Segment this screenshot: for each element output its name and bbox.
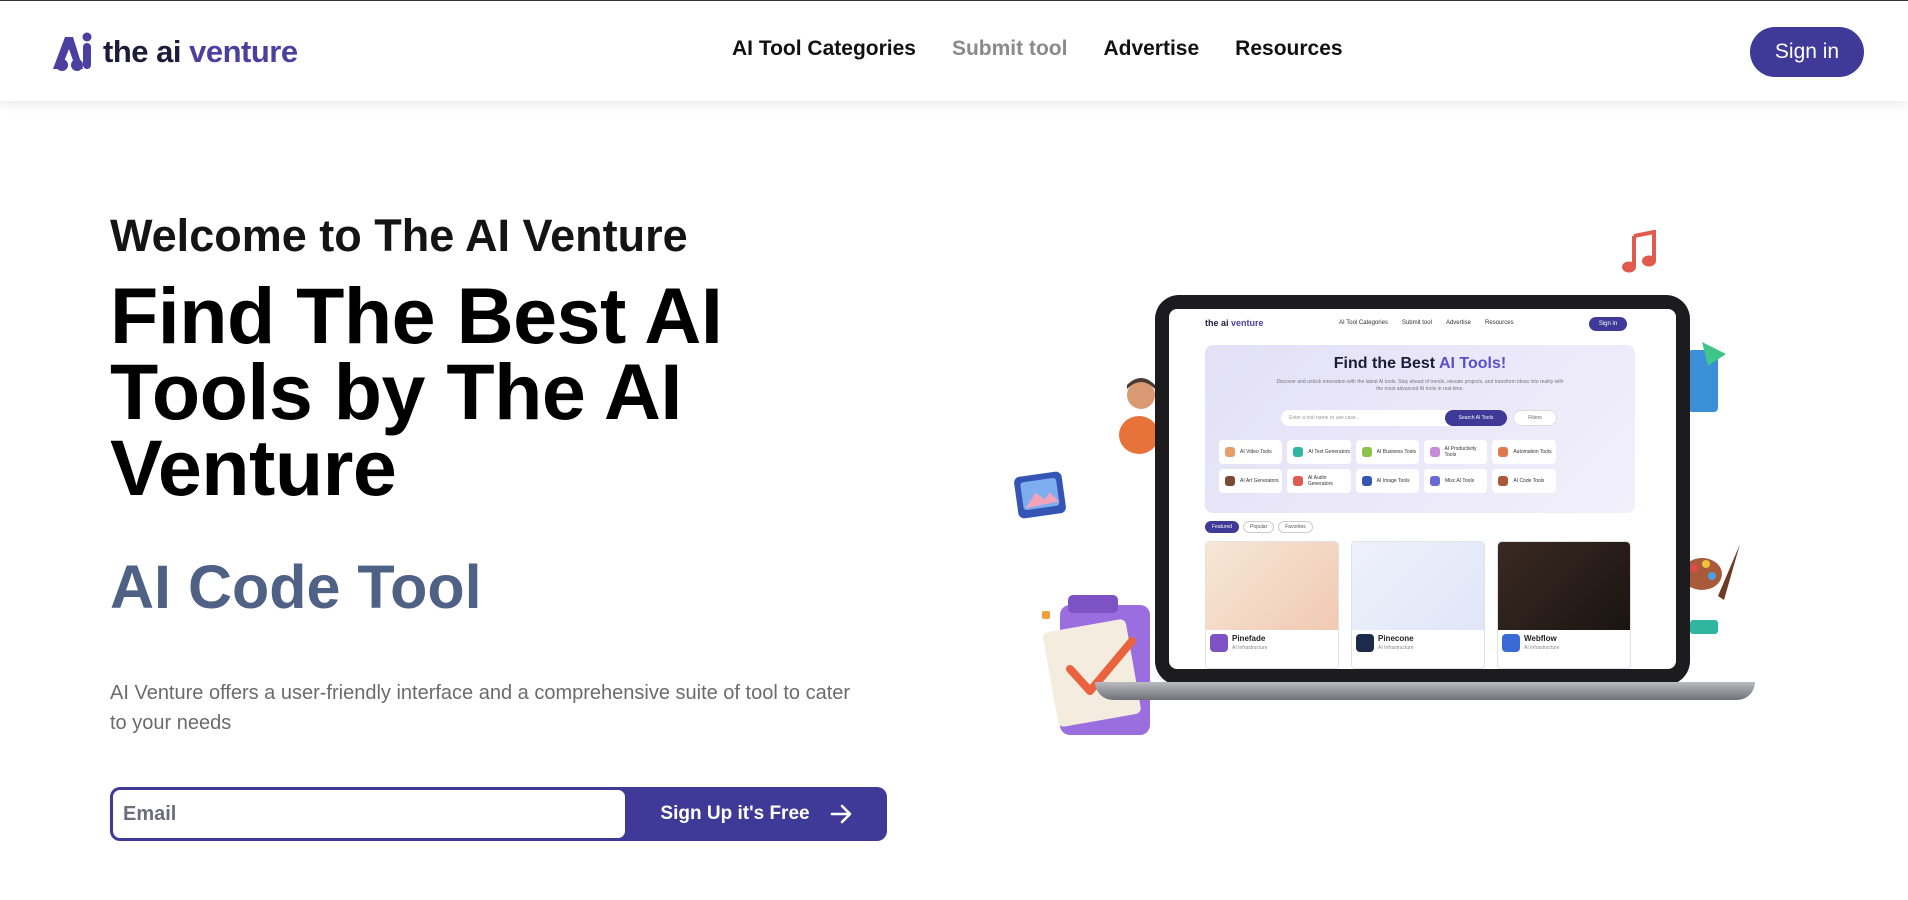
- mini-category-label: AI Text Generators: [1308, 449, 1350, 455]
- arrow-right-icon: [830, 804, 851, 824]
- mini-category-label: AI Art Generators: [1240, 478, 1279, 484]
- mini-logo: the ai venture: [1205, 318, 1264, 328]
- laptop-screen: the ai venture AI Tool Categories Submit…: [1169, 309, 1676, 669]
- mini-title-part1: Find the Best: [1333, 355, 1439, 372]
- mini-card-thumb: [1206, 542, 1338, 630]
- mini-category: AI Code Tools: [1492, 469, 1556, 493]
- signup-form: Sign Up it's Free: [110, 787, 887, 841]
- laptop-base: [1095, 682, 1755, 700]
- logo[interactable]: the ai venture: [49, 31, 298, 73]
- mini-category-label: AI Productivity Tools: [1444, 446, 1477, 458]
- nav-advertise[interactable]: Advertise: [1103, 37, 1199, 61]
- mini-category-label: AI Business Tools: [1376, 449, 1417, 455]
- nav-ai-tool-categories[interactable]: AI Tool Categories: [732, 37, 916, 61]
- mini-category: Automation Tools: [1492, 440, 1556, 464]
- mini-signin: Sign in: [1589, 317, 1627, 331]
- main-nav: AI Tool Categories Submit tool Advertise…: [732, 37, 1343, 61]
- mini-category: Misc AI Tools: [1423, 469, 1488, 493]
- email-input[interactable]: [111, 788, 627, 840]
- signup-button-label: Sign Up it's Free: [660, 803, 810, 824]
- mini-logo-part1: the ai: [1205, 318, 1232, 328]
- mini-search-button: Search AI Tools: [1445, 410, 1507, 426]
- mini-tabs: Featured Popular Favorites: [1205, 521, 1313, 533]
- paint-brush-icon: [1682, 544, 1740, 634]
- mini-nav-link: AI Tool Categories: [1339, 320, 1388, 326]
- laptop-frame: the ai venture AI Tool Categories Submit…: [1155, 295, 1690, 685]
- rotating-tool-text: AI Code Tool: [110, 553, 482, 621]
- mini-card-logo-icon: [1210, 634, 1228, 652]
- hero-headline: Find The Best AI Tools by The AI Venture: [110, 271, 723, 512]
- hero-illustration: the ai venture AI Tool Categories Submit…: [1000, 220, 1780, 780]
- mini-title: Find the Best AI Tools!: [1205, 355, 1635, 373]
- mini-card-sub: AI Infrastructure: [1378, 645, 1414, 651]
- mini-category: AI Productivity Tools: [1423, 440, 1488, 464]
- mini-card: Webflow AI Infrastructure: [1497, 541, 1631, 669]
- mini-category: AI Text Generators: [1287, 440, 1351, 464]
- mini-category-label: AI Code Tools: [1513, 478, 1545, 484]
- mini-card-sub: AI Infrastructure: [1524, 645, 1560, 651]
- mini-category-label: AI Video Tools: [1240, 449, 1272, 455]
- image-icon: [1014, 471, 1066, 519]
- mini-nav-link: Submit tool: [1401, 320, 1432, 326]
- mini-category: AI Video Tools: [1219, 440, 1283, 464]
- music-note-icon: [1622, 230, 1656, 273]
- mini-title-part2: AI Tools!: [1438, 355, 1507, 372]
- mini-card-sub: AI Infrastructure: [1232, 645, 1268, 651]
- mini-card-name: Webflow: [1524, 634, 1557, 643]
- logo-mark-icon: [53, 32, 92, 71]
- mini-category-label: Automation Tools: [1513, 449, 1552, 455]
- mini-category: AI Art Generators: [1219, 469, 1283, 493]
- mini-cards: Pinefade AI Infrastructure Pinecone AI I…: [1205, 541, 1635, 669]
- mini-card-logo-icon: [1356, 634, 1374, 652]
- mini-tab: Favorites: [1278, 521, 1313, 533]
- mini-card-thumb: [1352, 542, 1484, 630]
- mini-category-label: Misc AI Tools: [1444, 478, 1475, 484]
- mini-card: Pinefade AI Infrastructure: [1205, 541, 1339, 669]
- signup-button[interactable]: Sign Up it's Free: [627, 787, 887, 841]
- hero-description: AI Venture offers a user-friendly interf…: [110, 682, 851, 734]
- mini-category-empty: [1561, 469, 1624, 493]
- nav-resources[interactable]: Resources: [1235, 37, 1342, 61]
- site-header: the ai venture AI Tool Categories Submit…: [0, 1, 1908, 101]
- logo-text-part1: the ai: [103, 34, 190, 69]
- mini-subtitle: Discover and unlock innovation with the …: [1276, 379, 1564, 392]
- mini-card-name: Pinefade: [1232, 634, 1266, 643]
- nav-submit-tool[interactable]: Submit tool: [952, 37, 1067, 61]
- clipboard-check-icon: [1042, 595, 1150, 735]
- mini-categories: AI Video Tools AI Text Generators AI Bus…: [1219, 440, 1624, 493]
- mini-tab: Popular: [1243, 521, 1275, 533]
- mini-hero: Find the Best AI Tools! Discover and unl…: [1205, 345, 1635, 513]
- welcome-heading: Welcome to The AI Venture: [110, 210, 688, 261]
- logo-text: the ai venture: [103, 34, 298, 70]
- mini-card-thumb: [1498, 542, 1630, 630]
- mini-card-logo-icon: [1502, 634, 1520, 652]
- mini-card: Pinecone AI Infrastructure: [1351, 541, 1485, 669]
- mini-category-label: AI Audio Generators: [1307, 475, 1333, 487]
- signin-button[interactable]: Sign in: [1750, 27, 1864, 77]
- mini-card-name: Pinecone: [1378, 634, 1414, 643]
- mini-nav-link: Advertise: [1445, 320, 1471, 326]
- mini-category-empty: [1561, 440, 1624, 464]
- mini-category: AI Business Tools: [1355, 440, 1419, 464]
- mini-category: AI Image Tools: [1355, 469, 1419, 493]
- logo-text-part2: venture: [189, 34, 298, 69]
- mini-nav-link: Resources: [1484, 320, 1514, 326]
- mini-tab: Featured: [1205, 521, 1240, 533]
- mini-category: AI Audio Generators: [1287, 469, 1351, 493]
- mini-category-label: AI Image Tools: [1376, 478, 1410, 484]
- mini-logo-part2: venture: [1231, 318, 1264, 328]
- mini-filter: Filters: [1513, 410, 1557, 426]
- mini-nav-links: AI Tool Categories Submit tool Advertise…: [1339, 320, 1514, 326]
